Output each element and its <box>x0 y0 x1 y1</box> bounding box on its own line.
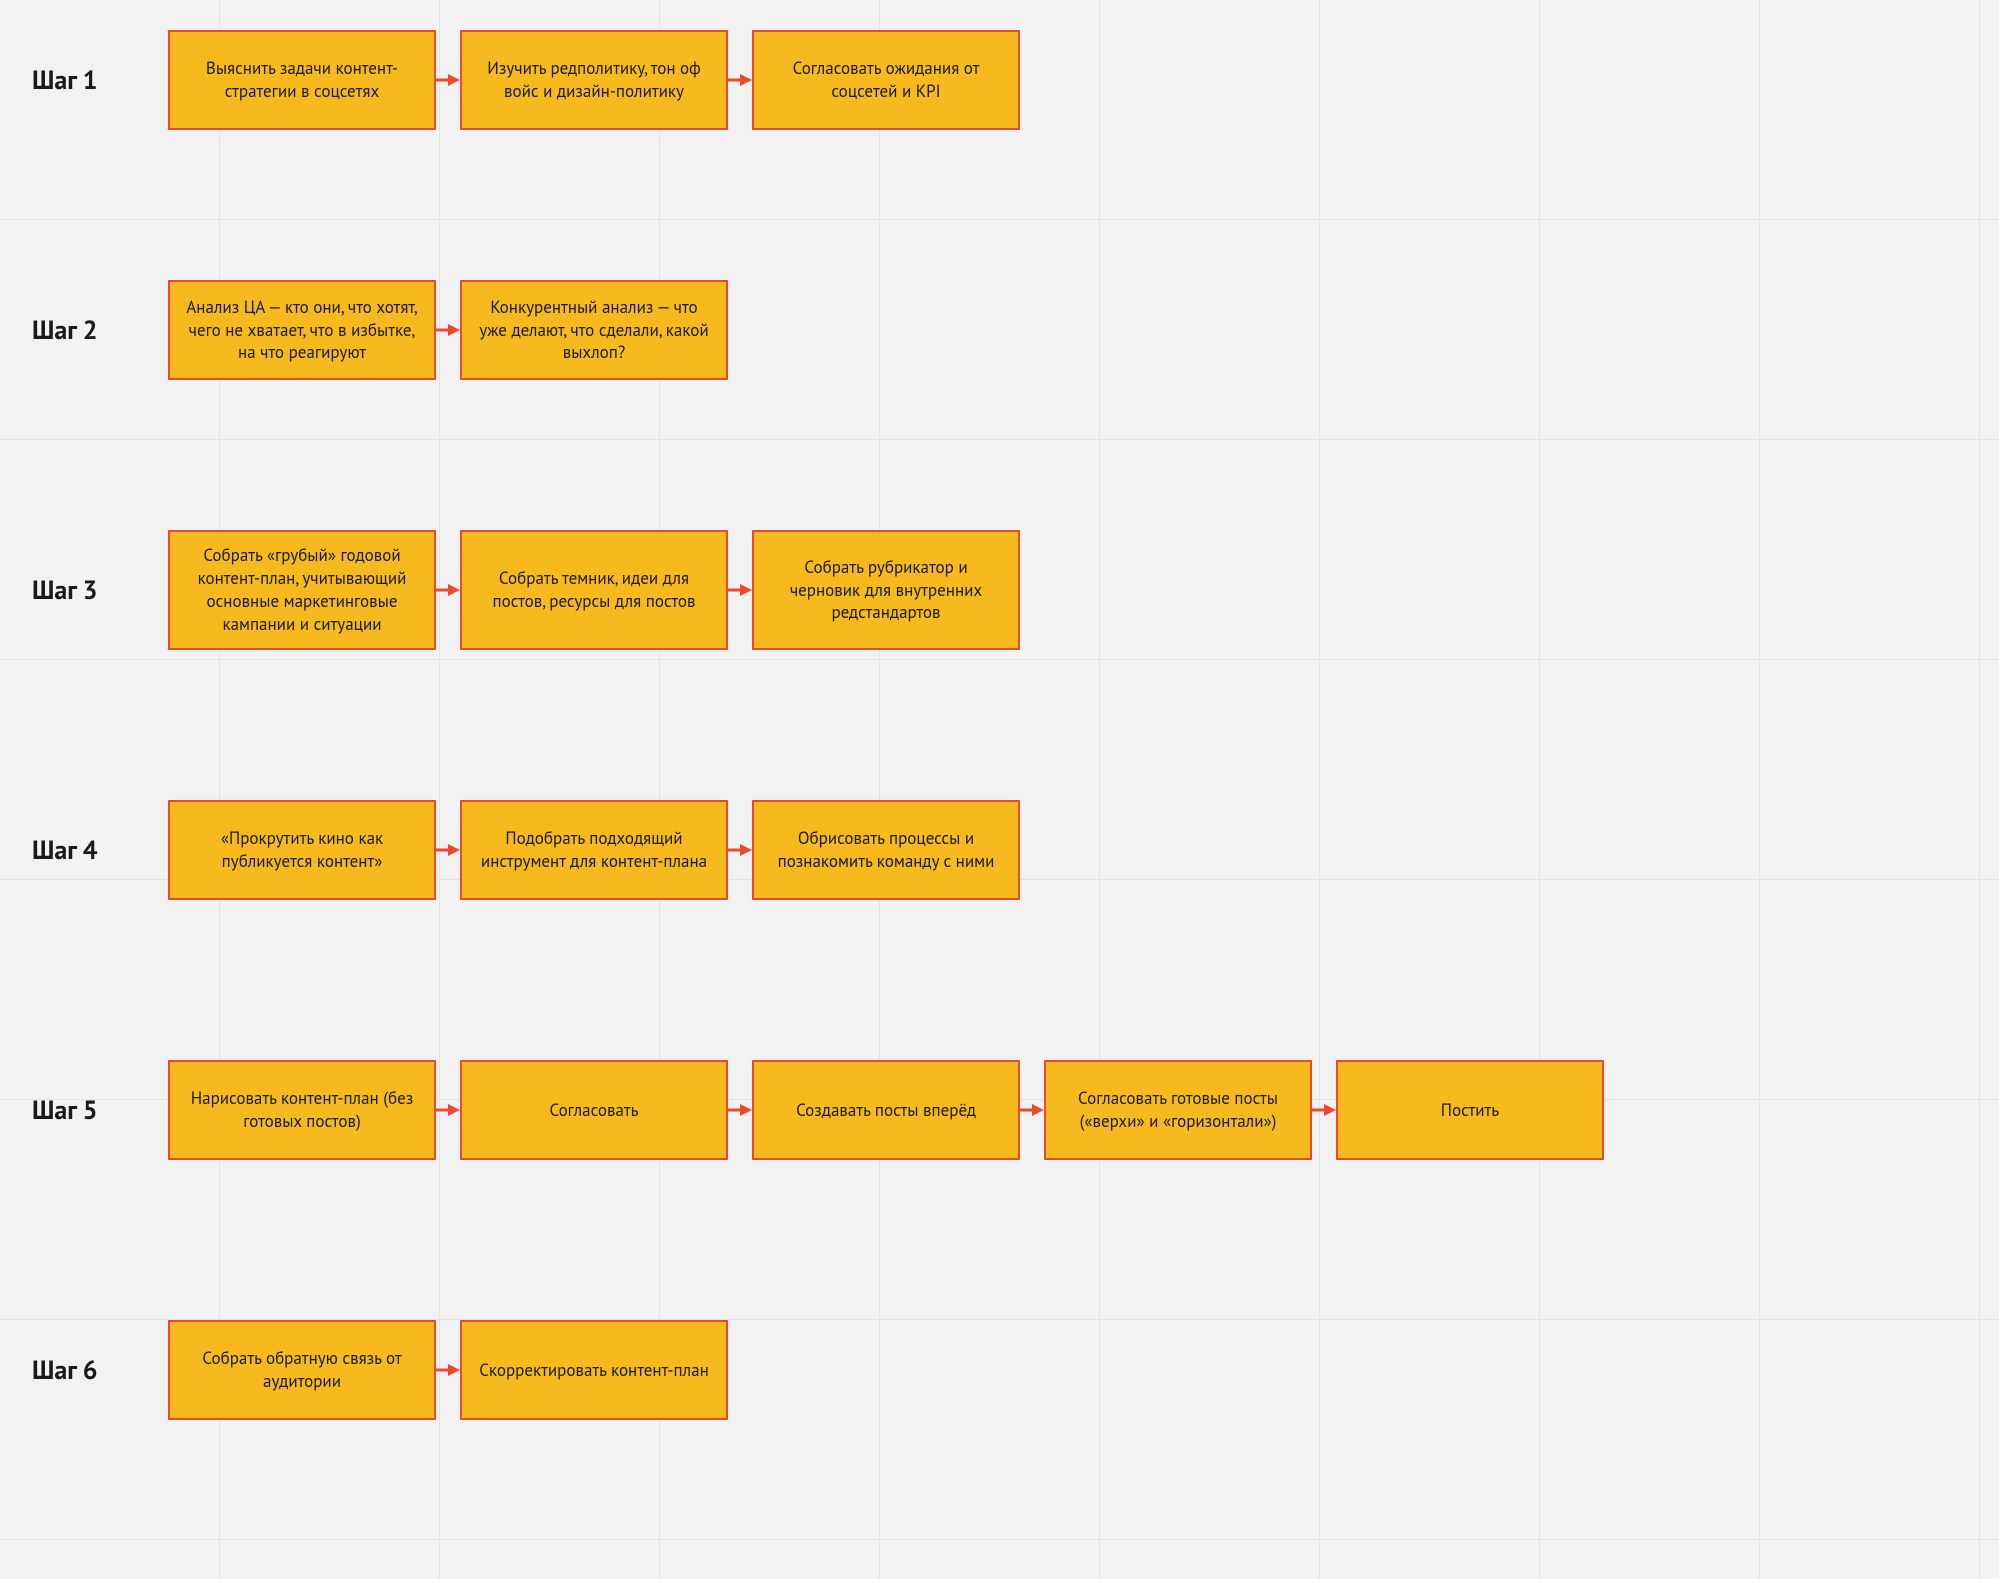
row-steps: Собрать обратную связь от аудитории Скор… <box>168 1320 728 1420</box>
step-row-5: Шаг 5 Нарисовать контент-план (без готов… <box>0 1060 1999 1160</box>
step-row-6: Шаг 6 Собрать обратную связь от аудитори… <box>0 1320 1999 1420</box>
flow-node: Анализ ЦА — кто они, что хотят, чего не … <box>168 280 436 380</box>
flow-arrow <box>728 800 752 900</box>
flow-arrow <box>436 800 460 900</box>
flow-node: «Прокрутить кино как публикуется контент… <box>168 800 436 900</box>
row-steps: «Прокрутить кино как публикуется контент… <box>168 800 1020 900</box>
flow-node: Конкурентный анализ — что уже делают, чт… <box>460 280 728 380</box>
row-steps: Анализ ЦА — кто они, что хотят, чего не … <box>168 280 728 380</box>
row-label: Шаг 6 <box>32 1354 98 1387</box>
flow-arrow <box>728 1060 752 1160</box>
flow-arrow <box>728 30 752 130</box>
diagram-canvas: Шаг 1 Выяснить задачи контент-стратегии … <box>0 0 1999 1579</box>
flow-node: Выяснить задачи контент-стратегии в соцс… <box>168 30 436 130</box>
step-row-2: Шаг 2 Анализ ЦА — кто они, что хотят, че… <box>0 280 1999 380</box>
flow-node: Создавать посты вперёд <box>752 1060 1020 1160</box>
flow-node: Изучить редполитику, тон оф войс и дизай… <box>460 30 728 130</box>
flow-node: Согласовать ожидания от соцсетей и KPI <box>752 30 1020 130</box>
flow-arrow <box>728 530 752 650</box>
flow-node: Нарисовать контент-план (без готовых пос… <box>168 1060 436 1160</box>
flow-arrow <box>436 1320 460 1420</box>
row-label: Шаг 2 <box>32 314 98 347</box>
flow-node: Собрать обратную связь от аудитории <box>168 1320 436 1420</box>
step-row-3: Шаг 3 Собрать «грубый» годовой контент-п… <box>0 530 1999 650</box>
step-row-1: Шаг 1 Выяснить задачи контент-стратегии … <box>0 30 1999 130</box>
flow-node: Подобрать подходящий инструмент для конт… <box>460 800 728 900</box>
flow-node: Обрисовать процессы и познакомить команд… <box>752 800 1020 900</box>
flow-arrow <box>436 30 460 130</box>
row-steps: Выяснить задачи контент-стратегии в соцс… <box>168 30 1020 130</box>
flow-node: Согласовать готовые посты («верхи» и «го… <box>1044 1060 1312 1160</box>
flow-node: Постить <box>1336 1060 1604 1160</box>
flow-arrow <box>1020 1060 1044 1160</box>
flow-arrow <box>1312 1060 1336 1160</box>
row-label: Шаг 3 <box>32 574 98 607</box>
flow-node: Согласовать <box>460 1060 728 1160</box>
step-row-4: Шаг 4 «Прокрутить кино как публикуется к… <box>0 800 1999 900</box>
flow-arrow <box>436 280 460 380</box>
flow-arrow <box>436 1060 460 1160</box>
flow-node: Собрать рубрикатор и черновик для внутре… <box>752 530 1020 650</box>
flow-node: Скорректировать контент-план <box>460 1320 728 1420</box>
row-steps: Нарисовать контент-план (без готовых пос… <box>168 1060 1604 1160</box>
flow-node: Собрать «грубый» годовой контент-план, у… <box>168 530 436 650</box>
row-label: Шаг 5 <box>32 1094 98 1127</box>
flow-arrow <box>436 530 460 650</box>
row-label: Шаг 1 <box>32 64 98 97</box>
row-steps: Собрать «грубый» годовой контент-план, у… <box>168 530 1020 650</box>
row-label: Шаг 4 <box>32 834 98 867</box>
flow-node: Собрать темник, идеи для постов, ресурсы… <box>460 530 728 650</box>
